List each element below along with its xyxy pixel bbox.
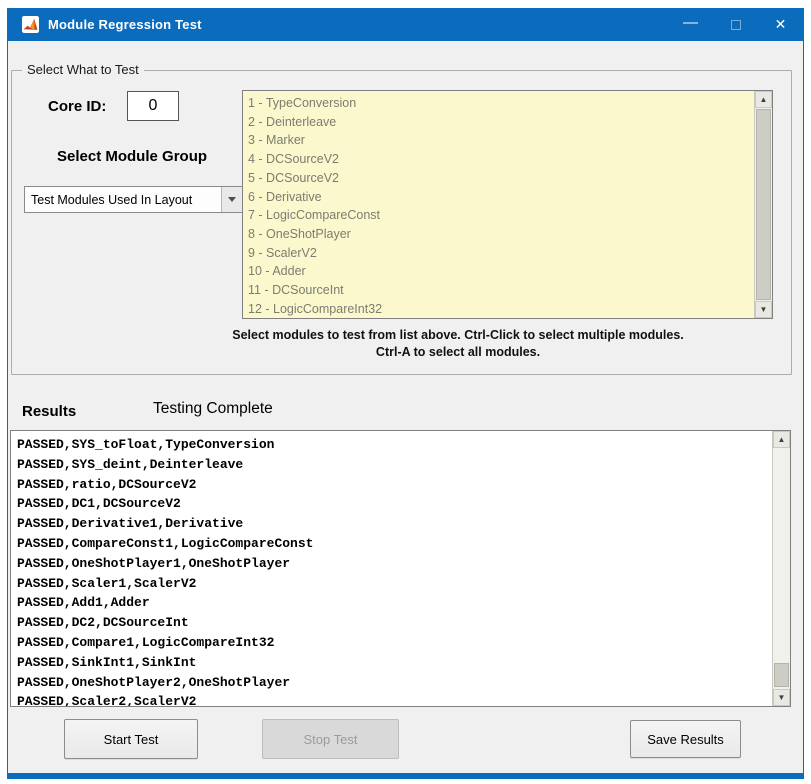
module-list-item[interactable]: 5 - DCSourceV2	[248, 169, 754, 188]
modules-listbox[interactable]: 1 - TypeConversion2 - Deinterleave3 - Ma…	[242, 90, 773, 319]
modules-scrollbar[interactable]: ▲ ▼	[754, 91, 772, 318]
result-row[interactable]: PASSED,SYS_toFloat,TypeConversion	[17, 435, 772, 455]
groupbox-title: Select What to Test	[22, 62, 144, 77]
help-line-2: Ctrl-A to select all modules.	[158, 344, 758, 361]
results-label: Results	[22, 403, 76, 420]
result-row[interactable]: PASSED,SinkInt1,SinkInt	[17, 653, 772, 673]
scroll-down-icon[interactable]: ▼	[773, 689, 790, 706]
scroll-up-icon[interactable]: ▲	[773, 431, 790, 448]
module-list-item[interactable]: 9 - ScalerV2	[248, 244, 754, 263]
module-list-item[interactable]: 1 - TypeConversion	[248, 94, 754, 113]
select-module-group-label: Select Module Group	[57, 148, 207, 165]
result-row[interactable]: PASSED,Derivative1,Derivative	[17, 514, 772, 534]
dropdown-arrow-button[interactable]	[221, 187, 242, 212]
module-list-item[interactable]: 10 - Adder	[248, 262, 754, 281]
save-results-button[interactable]: Save Results	[630, 720, 741, 758]
result-row[interactable]: PASSED,Scaler1,ScalerV2	[17, 574, 772, 594]
module-group-selected-value: Test Modules Used In Layout	[25, 193, 221, 207]
module-list-item[interactable]: 12 - LogicCompareInt32	[248, 300, 754, 318]
status-text: Testing Complete	[153, 400, 273, 418]
result-row[interactable]: PASSED,SYS_deint,Deinterleave	[17, 455, 772, 475]
module-list-item[interactable]: 7 - LogicCompareConst	[248, 206, 754, 225]
module-list-item[interactable]: 6 - Derivative	[248, 188, 754, 207]
maximize-button[interactable]	[713, 8, 758, 41]
result-row[interactable]: PASSED,ratio,DCSourceV2	[17, 475, 772, 495]
matlab-icon	[22, 16, 39, 33]
maximize-icon	[731, 20, 741, 30]
core-id-input[interactable]	[127, 91, 179, 121]
result-row[interactable]: PASSED,DC1,DCSourceV2	[17, 494, 772, 514]
chevron-down-icon	[228, 197, 236, 202]
scroll-down-icon[interactable]: ▼	[755, 301, 772, 318]
modules-help-text: Select modules to test from list above. …	[158, 327, 758, 361]
results-list: PASSED,SYS_toFloat,TypeConversionPASSED,…	[11, 431, 772, 706]
app-window: Module Regression Test — ✕ Select What t…	[7, 8, 804, 779]
minimize-button[interactable]: —	[668, 8, 713, 41]
help-line-1: Select modules to test from list above. …	[158, 327, 758, 344]
window-controls: — ✕	[668, 8, 803, 41]
result-row[interactable]: PASSED,OneShotPlayer2,OneShotPlayer	[17, 673, 772, 693]
scrollbar-thumb[interactable]	[756, 109, 771, 300]
scroll-up-icon[interactable]: ▲	[755, 91, 772, 108]
start-test-button[interactable]: Start Test	[64, 719, 198, 759]
results-listbox[interactable]: PASSED,SYS_toFloat,TypeConversionPASSED,…	[10, 430, 791, 707]
window-body: Select What to Test Core ID: Select Modu…	[8, 41, 803, 773]
module-list-item[interactable]: 3 - Marker	[248, 131, 754, 150]
module-list-item[interactable]: 4 - DCSourceV2	[248, 150, 754, 169]
scrollbar-thumb[interactable]	[774, 663, 789, 687]
result-row[interactable]: PASSED,Scaler2,ScalerV2	[17, 692, 772, 706]
module-group-dropdown[interactable]: Test Modules Used In Layout	[24, 186, 243, 213]
module-list-item[interactable]: 11 - DCSourceInt	[248, 281, 754, 300]
module-list-item[interactable]: 2 - Deinterleave	[248, 113, 754, 132]
results-scrollbar[interactable]: ▲ ▼	[772, 431, 790, 706]
result-row[interactable]: PASSED,CompareConst1,LogicCompareConst	[17, 534, 772, 554]
module-list-item[interactable]: 8 - OneShotPlayer	[248, 225, 754, 244]
stop-test-button: Stop Test	[262, 719, 399, 759]
modules-list: 1 - TypeConversion2 - Deinterleave3 - Ma…	[243, 91, 754, 318]
core-id-label: Core ID:	[48, 98, 106, 115]
titlebar[interactable]: Module Regression Test — ✕	[8, 8, 803, 41]
result-row[interactable]: PASSED,Compare1,LogicCompareInt32	[17, 633, 772, 653]
window-title: Module Regression Test	[48, 17, 202, 32]
close-button[interactable]: ✕	[758, 8, 803, 41]
result-row[interactable]: PASSED,OneShotPlayer1,OneShotPlayer	[17, 554, 772, 574]
result-row[interactable]: PASSED,DC2,DCSourceInt	[17, 613, 772, 633]
result-row[interactable]: PASSED,Add1,Adder	[17, 593, 772, 613]
